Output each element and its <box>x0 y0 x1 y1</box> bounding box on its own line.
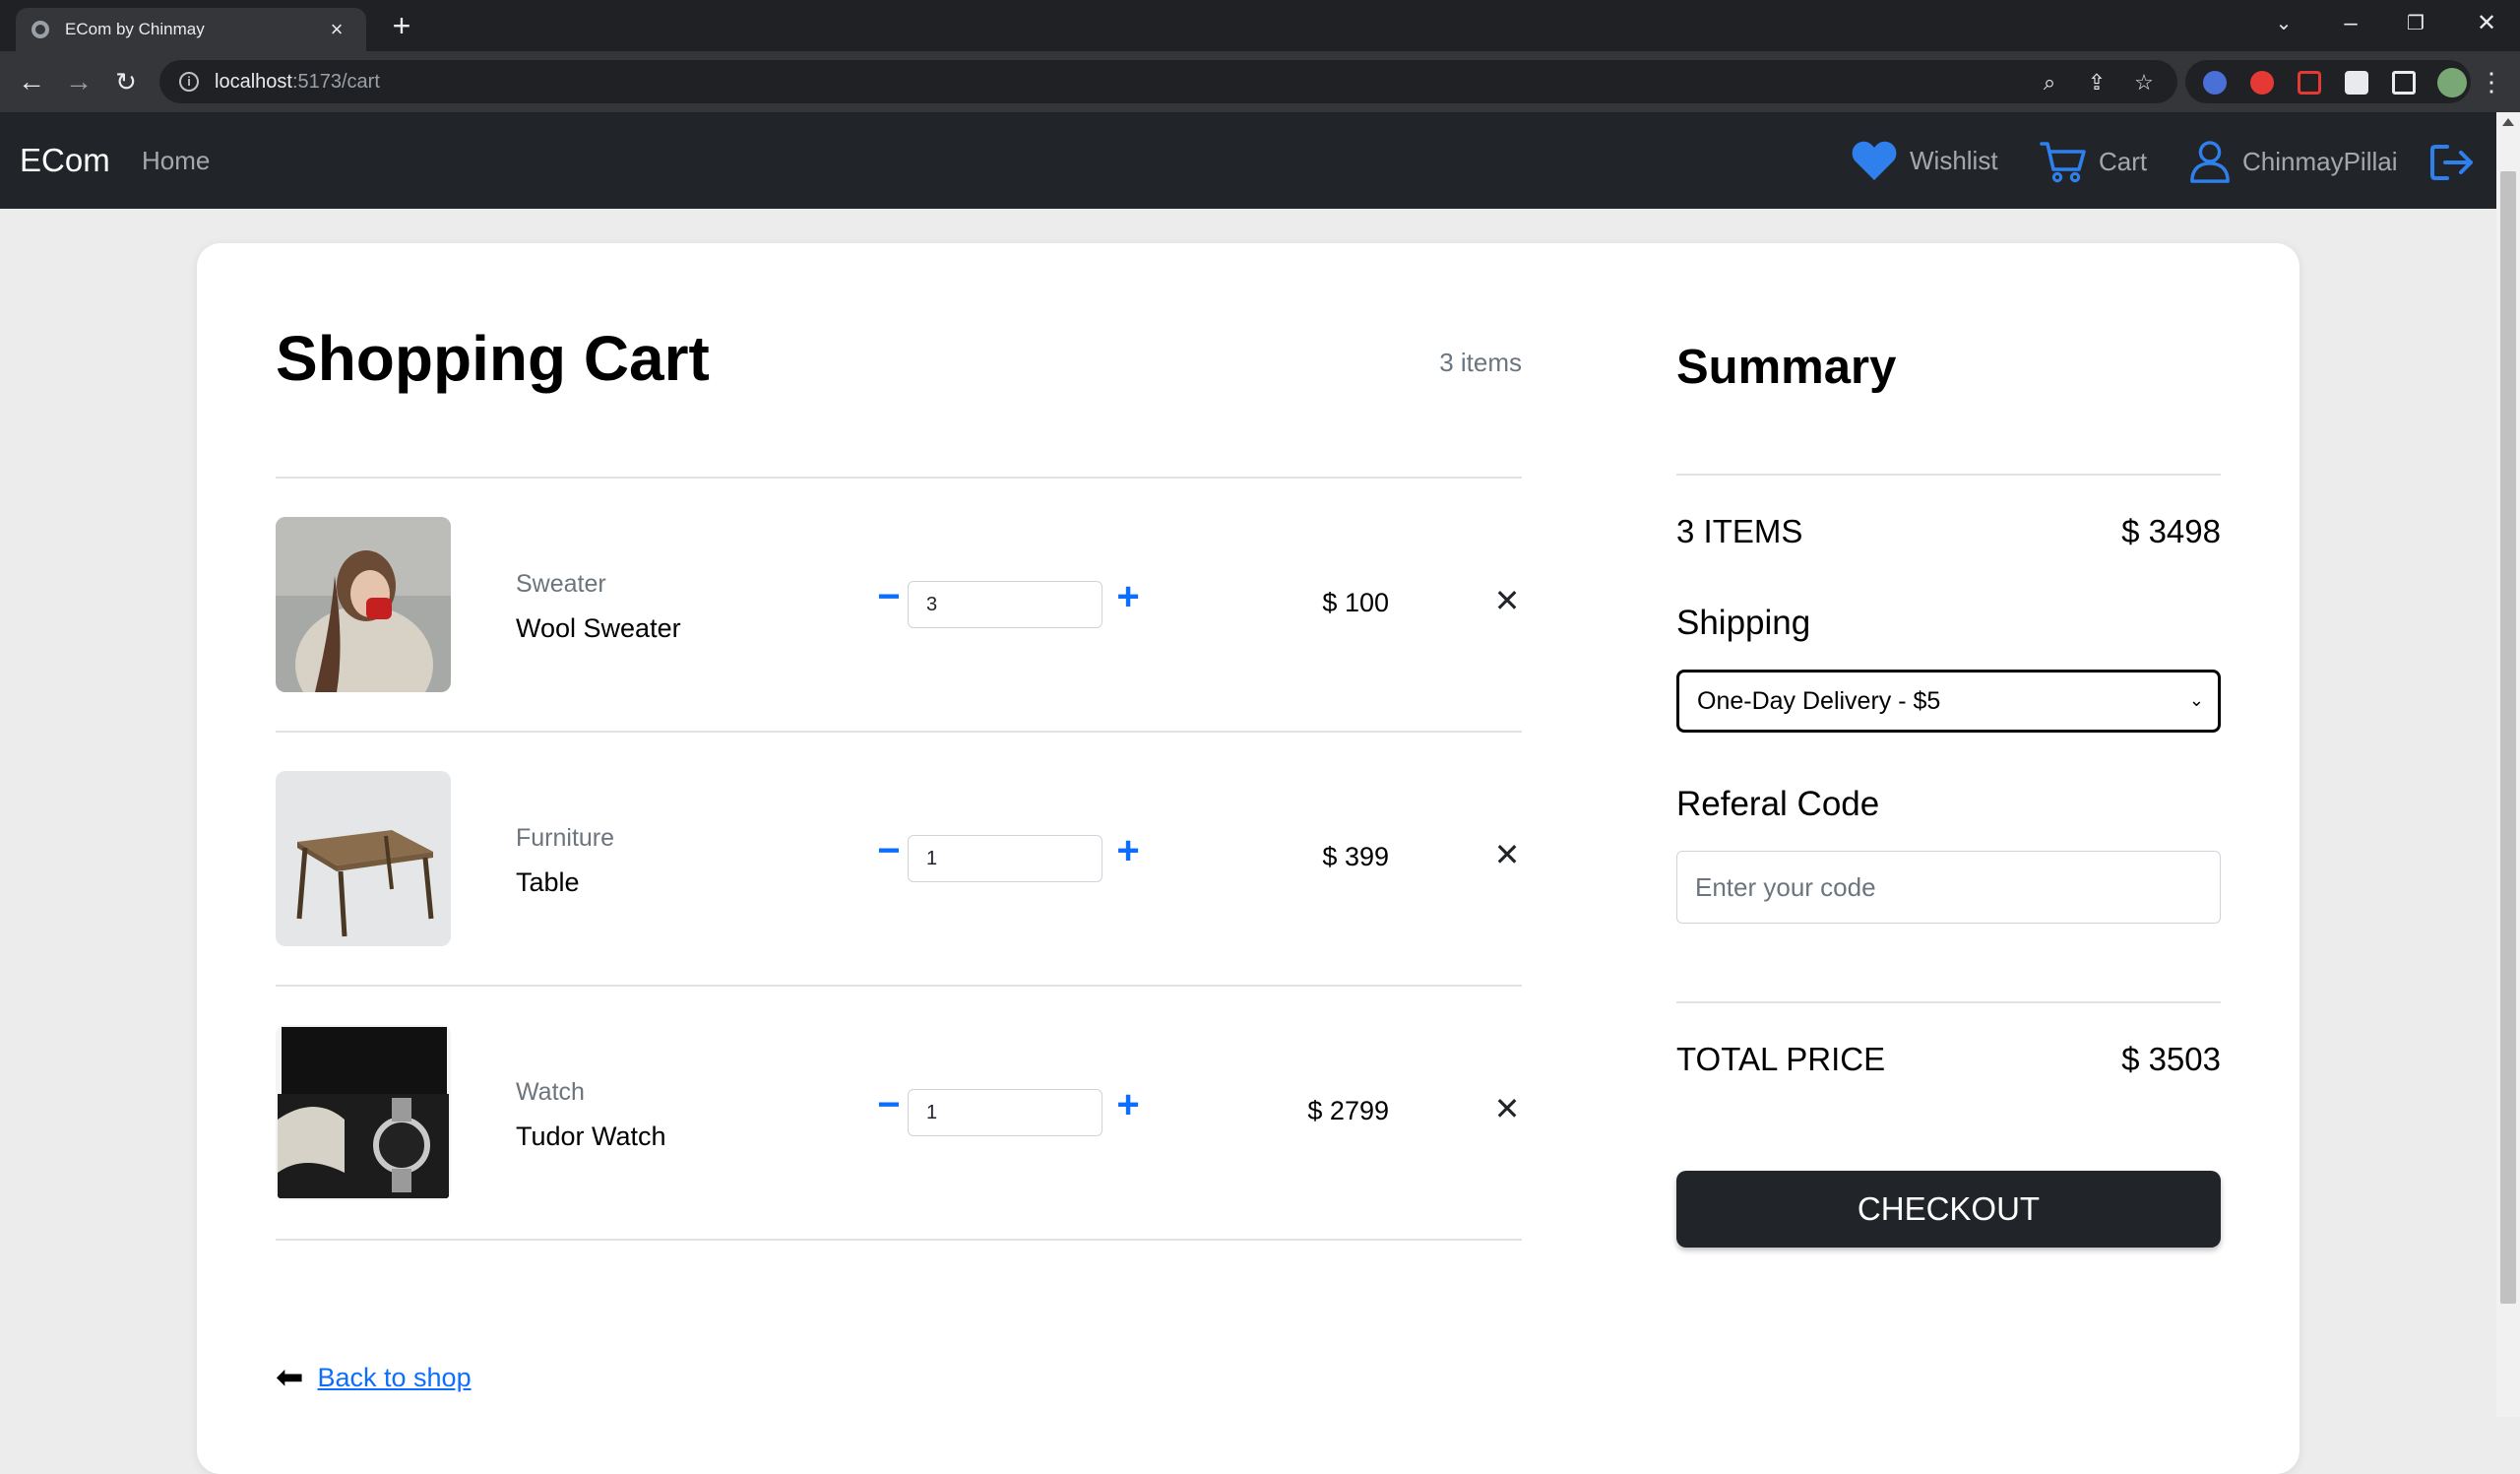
page-scrollbar[interactable] <box>2496 112 2520 1417</box>
back-to-shop-link[interactable]: Back to shop <box>318 1363 472 1393</box>
quantity-input[interactable] <box>908 581 1102 628</box>
app-navbar: ECom Home Wishlist Cart ChinmayPillai <box>0 112 2496 209</box>
globe-icon <box>32 21 49 38</box>
nav-home-link[interactable]: Home <box>142 146 210 176</box>
tab-search-icon[interactable]: ⌄ <box>2264 6 2303 41</box>
product-price: $ 100 <box>1322 588 1389 617</box>
user-icon <box>2190 141 2230 183</box>
summary-items-label: 3 ITEMS <box>1676 513 1803 549</box>
extension-icon[interactable] <box>2203 71 2227 95</box>
decrease-quantity-button[interactable]: − <box>874 577 904 616</box>
cart-row: Watch Tudor Watch − + $ 2799 ✕ <box>276 1025 1522 1202</box>
reload-icon[interactable]: ↻ <box>108 64 144 99</box>
total-price-label: TOTAL PRICE <box>1676 1041 1886 1077</box>
increase-quantity-button[interactable]: + <box>1113 1085 1143 1124</box>
address-bar[interactable]: i localhost:5173/cart ⌕ ⇪ ☆ <box>159 60 2177 103</box>
referral-code-input[interactable] <box>1676 851 2221 924</box>
shipping-label: Shipping <box>1676 604 1811 642</box>
summary-title: Summary <box>1676 341 1897 394</box>
summary-items-total: $ 3498 <box>2121 513 2221 549</box>
share-icon[interactable]: ⇪ <box>2083 70 2110 96</box>
checkout-button[interactable]: CHECKOUT <box>1676 1171 2221 1248</box>
nav-user-label: ChinmayPillai <box>2242 146 2398 176</box>
forward-icon[interactable]: → <box>61 64 96 99</box>
tab-title: ECom by Chinmay <box>65 20 205 38</box>
scroll-up-arrow[interactable] <box>2502 118 2514 126</box>
divider <box>276 1239 1522 1241</box>
zoom-icon[interactable]: ⌕ <box>2036 70 2063 96</box>
puzzle-icon[interactable] <box>2345 71 2368 95</box>
product-image-watch <box>276 1025 451 1200</box>
product-category: Furniture <box>516 824 615 852</box>
shipping-select[interactable]: One-Day Delivery - $5 ⌄ <box>1676 670 2221 733</box>
nav-user-link[interactable]: ChinmayPillai <box>2189 140 2398 183</box>
summary-total-row: TOTAL PRICE $ 3503 <box>1676 1041 2221 1078</box>
heart-icon <box>1852 141 1897 180</box>
url-path: :5173/cart <box>291 70 380 93</box>
product-image-sweater <box>276 517 451 692</box>
logout-button[interactable] <box>2429 144 2488 181</box>
profile-avatar[interactable] <box>2437 68 2467 97</box>
increase-quantity-button[interactable]: + <box>1113 577 1143 616</box>
page-title: Shopping Cart <box>276 323 710 394</box>
product-category: Watch <box>516 1078 585 1106</box>
browser-toolbar: ← → ↻ i localhost:5173/cart ⌕ ⇪ ☆ ⋮ <box>0 51 2520 112</box>
referral-label: Referal Code <box>1676 785 1880 823</box>
browser-tabstrip: ECom by Chinmay × + ⌄ – ❐ ✕ <box>0 0 2520 51</box>
shipping-selected-value: One-Day Delivery - $5 <box>1697 686 1941 715</box>
browser-menu-icon[interactable]: ⋮ <box>2477 64 2506 99</box>
nav-cart-link[interactable]: Cart <box>2040 140 2147 183</box>
cart-row: Sweater Wool Sweater − + $ 100 ✕ <box>276 517 1522 694</box>
divider <box>276 731 1522 733</box>
logout-icon <box>2430 145 2473 180</box>
close-tab-icon[interactable]: × <box>323 17 350 42</box>
bookmark-star-icon[interactable]: ☆ <box>2130 70 2158 96</box>
divider <box>1676 474 2221 476</box>
close-window-icon[interactable]: ✕ <box>2467 6 2506 41</box>
restore-icon[interactable]: ❐ <box>2396 6 2435 41</box>
product-name: Table <box>516 867 580 897</box>
browser-tab[interactable]: ECom by Chinmay × <box>16 8 366 51</box>
cart-icon <box>2040 142 2086 183</box>
product-name: Wool Sweater <box>516 613 681 643</box>
divider <box>1676 1001 2221 1003</box>
cart-card: Shopping Cart 3 items Sweater Wool Sweat… <box>197 243 2300 1474</box>
divider <box>276 985 1522 987</box>
info-icon[interactable]: i <box>179 72 199 92</box>
new-tab-button[interactable]: + <box>384 8 419 43</box>
product-price: $ 399 <box>1322 842 1389 871</box>
quantity-input[interactable] <box>908 1089 1102 1136</box>
brand-logo[interactable]: ECom <box>20 142 110 179</box>
arrow-left-icon: ⬅ <box>276 1359 304 1396</box>
shield-extension-icon[interactable] <box>2298 71 2321 95</box>
remove-item-icon[interactable]: ✕ <box>1492 582 1522 619</box>
side-panel-icon[interactable] <box>2392 71 2416 95</box>
scroll-thumb[interactable] <box>2500 171 2516 1304</box>
divider <box>276 477 1522 479</box>
product-name: Tudor Watch <box>516 1122 666 1151</box>
cart-row: Furniture Table − + $ 399 ✕ <box>276 771 1522 948</box>
quantity-input[interactable] <box>908 835 1102 882</box>
minimize-icon[interactable]: – <box>2331 6 2370 41</box>
product-price: $ 2799 <box>1307 1096 1389 1125</box>
decrease-quantity-button[interactable]: − <box>874 831 904 870</box>
nav-wishlist-link[interactable]: Wishlist <box>1851 140 1998 181</box>
increase-quantity-button[interactable]: + <box>1113 831 1143 870</box>
cart-item-count: 3 items <box>1439 348 1522 377</box>
total-price-value: $ 3503 <box>2121 1041 2221 1077</box>
nav-cart-label: Cart <box>2099 146 2148 176</box>
chevron-down-icon: ⌄ <box>2188 690 2204 710</box>
back-icon[interactable]: ← <box>14 64 49 99</box>
summary-items-row: 3 ITEMS $ 3498 <box>1676 513 2221 550</box>
remove-item-icon[interactable]: ✕ <box>1492 1090 1522 1127</box>
back-to-shop: ⬅ Back to shop <box>276 1358 472 1397</box>
extensions-area <box>2185 60 2471 103</box>
product-image-table <box>276 771 451 946</box>
remove-item-icon[interactable]: ✕ <box>1492 836 1522 873</box>
url-host: localhost <box>215 70 292 93</box>
decrease-quantity-button[interactable]: − <box>874 1085 904 1124</box>
extension-icon[interactable] <box>2250 71 2274 95</box>
nav-wishlist-label: Wishlist <box>1910 145 1998 175</box>
product-category: Sweater <box>516 570 606 598</box>
